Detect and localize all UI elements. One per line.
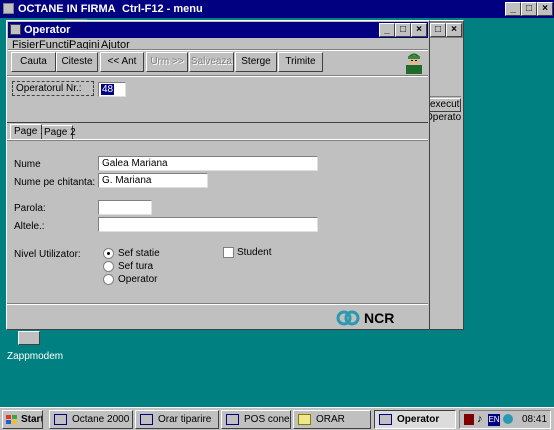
nume-label: Nume xyxy=(14,159,41,170)
task-operator[interactable]: Operator xyxy=(374,410,456,429)
chitanta-field[interactable]: G. Mariana xyxy=(98,173,208,188)
task-orar-tiparire[interactable]: Orar tiparire xyxy=(135,410,219,429)
app-window-icon xyxy=(298,414,311,425)
operator-nr-label-box: Operatorul Nr.: xyxy=(12,81,94,96)
start-label: Start xyxy=(21,414,43,425)
side-window-maximize-button[interactable]: □ xyxy=(430,23,446,37)
salveaza-button[interactable]: Salveaza xyxy=(189,52,234,72)
parola-label: Parola: xyxy=(14,203,46,214)
windows-logo-icon xyxy=(6,414,18,424)
task-pos-conectat[interactable]: POS conectat xyxy=(221,410,291,429)
background-window-title: OCTANE IN FIRMA xyxy=(18,3,116,15)
side-window-close-button[interactable]: × xyxy=(446,23,462,37)
zappmodem-icon[interactable] xyxy=(18,331,40,345)
operator-close-button[interactable]: × xyxy=(411,23,427,37)
cauta-button[interactable]: Cauta xyxy=(11,52,56,72)
radio-operator-label: Operator xyxy=(118,274,158,285)
tab-page2-label: Page 2 xyxy=(44,127,76,138)
student-checkbox[interactable] xyxy=(223,247,234,258)
student-label: Student xyxy=(237,247,272,258)
sterge-button[interactable]: Sterge xyxy=(235,52,277,72)
app-window-icon xyxy=(226,414,239,425)
parola-field[interactable] xyxy=(98,200,152,215)
start-button[interactable]: Start xyxy=(2,410,43,429)
tray-network-icon[interactable] xyxy=(503,414,513,424)
trimite-button[interactable]: Trimite xyxy=(278,52,323,72)
task-operator-label: Operator xyxy=(397,414,440,425)
tray-language[interactable]: EN xyxy=(488,414,500,426)
app-icon xyxy=(3,3,14,14)
tab-page2[interactable]: Page 2 xyxy=(42,125,76,139)
operator-window-title: Operator xyxy=(24,24,71,36)
operator-minimize-button[interactable]: _ xyxy=(379,23,395,37)
radio-operator[interactable] xyxy=(103,274,114,285)
operator-window-icon xyxy=(10,24,21,35)
task-octane[interactable]: Octane 2000 Fo... xyxy=(49,410,133,429)
radio-sef-statie[interactable] xyxy=(103,248,114,259)
minimize-button[interactable]: _ xyxy=(505,2,521,16)
citeste-button[interactable]: Citeste xyxy=(56,52,98,72)
tab-page1[interactable]: Page 1 xyxy=(10,124,46,139)
altele-field[interactable] xyxy=(98,217,318,232)
system-tray: ♪ EN 08:41 xyxy=(459,410,551,429)
app-window-icon xyxy=(54,414,67,425)
operator-maximize-button[interactable]: □ xyxy=(395,23,411,37)
user-avatar-icon xyxy=(402,50,426,74)
task-octane-label: Octane 2000 Fo... xyxy=(72,414,132,425)
toolbar-separator xyxy=(8,49,428,51)
operator-nr-label: Operatorul Nr.: xyxy=(16,83,82,94)
close-button[interactable]: × xyxy=(537,2,553,16)
app-window-icon xyxy=(140,414,153,425)
chitanta-label: Nume pe chitanta: xyxy=(14,177,96,188)
nivel-utilizator-label: Nivel Utilizator: xyxy=(14,249,81,260)
background-window: OCTANE IN FIRMA Ctrl-F12 - menu _ □ × xyxy=(0,0,554,18)
ncr-logo-text: NCR xyxy=(364,310,395,326)
radio-sef-statie-label: Sef statie xyxy=(118,248,160,259)
tray-app-icon[interactable] xyxy=(464,414,474,425)
task-orar-tiparire-label: Orar tiparire xyxy=(158,414,212,425)
app-window-icon xyxy=(379,414,392,425)
operator-nr-field[interactable]: 48 xyxy=(98,82,126,97)
task-orar-label: ORAR xyxy=(316,414,345,425)
altele-label: Altele.: xyxy=(14,221,45,232)
operator-nr-value: 48 xyxy=(101,84,115,95)
tab-page1-label: Page 1 xyxy=(14,126,46,137)
toolbar-bottom-separator xyxy=(7,75,428,77)
nume-field[interactable]: Galea Mariana xyxy=(98,156,318,171)
operator-titlebar: Operator _ □ × xyxy=(8,22,428,38)
zappmodem-label[interactable]: Zappmodem xyxy=(7,351,63,362)
ant-button[interactable]: << Ant xyxy=(100,52,144,72)
background-window-hint: Ctrl-F12 - menu xyxy=(122,3,203,15)
clock: 08:41 xyxy=(522,414,548,425)
urm-button[interactable]: Urm >> xyxy=(146,52,188,72)
speaker-icon[interactable]: ♪ xyxy=(477,414,483,425)
ncr-logo: NCR xyxy=(336,309,400,327)
status-separator xyxy=(7,303,428,305)
ncr-logo-icon xyxy=(336,310,360,326)
task-orar[interactable]: ORAR xyxy=(293,410,371,429)
task-pos-conectat-label: POS conectat xyxy=(244,414,290,425)
maximize-button[interactable]: □ xyxy=(521,2,537,16)
tab-panel-top-border xyxy=(7,139,428,141)
radio-sef-tura-label: Sef tura xyxy=(118,261,154,272)
radio-sef-tura[interactable] xyxy=(103,261,114,272)
